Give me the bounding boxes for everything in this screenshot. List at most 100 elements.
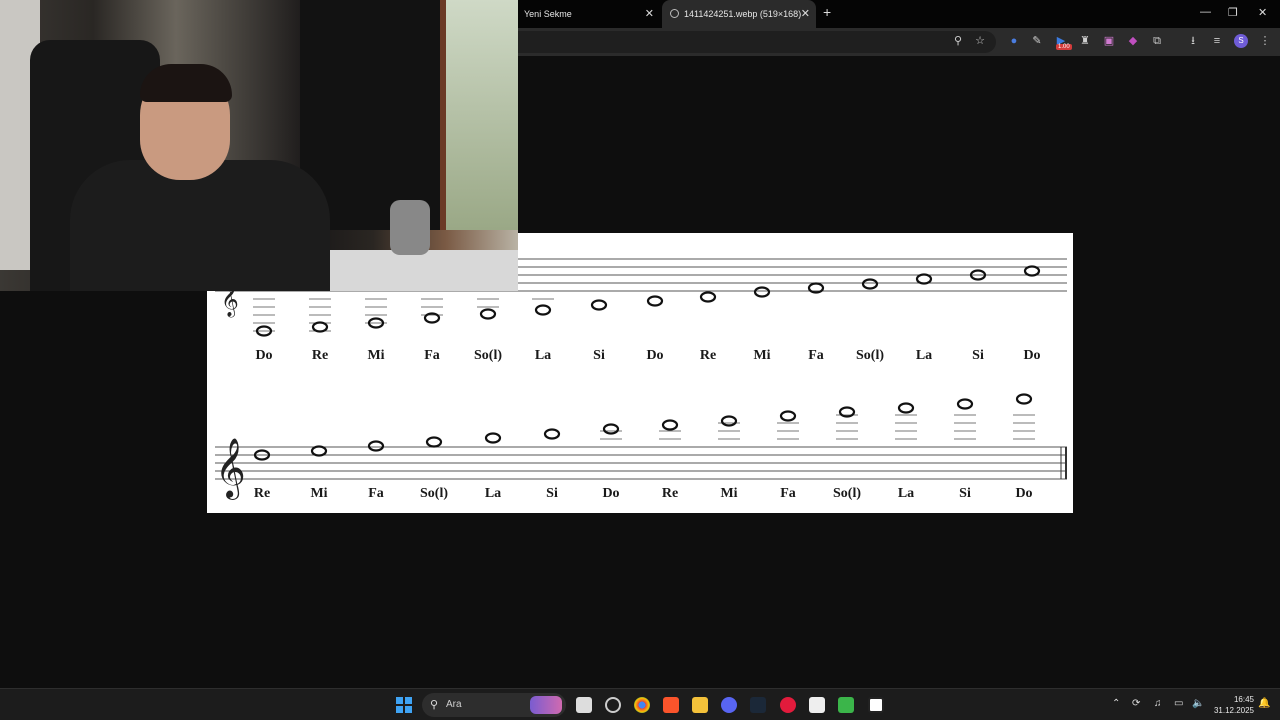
note-label: Si: [972, 348, 984, 363]
minimize-icon[interactable]: —: [1200, 6, 1211, 18]
tray-expand-icon[interactable]: ⌃: [1112, 698, 1120, 709]
whole-note: [425, 436, 443, 448]
cam-microphone: [390, 200, 430, 255]
extension-icon[interactable]: ◆: [1126, 34, 1140, 48]
notification-icon[interactable]: 🔔: [1258, 698, 1270, 709]
note-label: Do: [1023, 348, 1041, 363]
taskbar-search[interactable]: ⚲ Ara: [422, 693, 566, 717]
chrome-icon[interactable]: [634, 697, 650, 713]
search-highlight-icon: [530, 696, 562, 714]
note-label: Fa: [424, 348, 440, 363]
whole-note: [602, 423, 620, 435]
search-text: Ara: [446, 699, 462, 710]
note-label: So(l): [474, 348, 502, 363]
whole-note: [479, 308, 497, 320]
discord-icon[interactable]: [721, 697, 737, 713]
note-label: Do: [1015, 486, 1033, 501]
brave-icon[interactable]: [663, 697, 679, 713]
file-explorer-icon[interactable]: [692, 697, 708, 713]
puzzle-extensions-icon[interactable]: ⧉: [1150, 34, 1164, 48]
network-icon[interactable]: ▭: [1174, 698, 1183, 709]
whole-note: [956, 398, 974, 410]
app-icon[interactable]: [838, 697, 854, 713]
note-label: Do: [255, 348, 273, 363]
profile-avatar[interactable]: S: [1234, 34, 1248, 48]
notion-icon[interactable]: [868, 697, 884, 713]
app-icon[interactable]: [809, 697, 825, 713]
note-label: Do: [646, 348, 664, 363]
eyedropper-icon[interactable]: ✎: [1030, 34, 1044, 48]
note-label: Do: [602, 486, 620, 501]
media-control-icon[interactable]: ≡: [1210, 34, 1224, 48]
note-label: Fa: [780, 486, 796, 501]
zoom-icon[interactable]: ⚲: [951, 34, 965, 48]
cam-person-body: [70, 160, 330, 291]
note-label: Re: [253, 486, 271, 501]
whole-note: [543, 428, 561, 440]
cam-person-hair: [140, 64, 232, 102]
note-label: Mi: [310, 486, 328, 501]
whole-note: [915, 273, 933, 285]
note-label: Mi: [367, 348, 385, 363]
tab-title: 1411424251.webp (519×168): [684, 9, 802, 19]
clock-time: 16:45: [1233, 695, 1254, 704]
close-tab-icon[interactable]: ✕: [801, 7, 810, 20]
note-label: Fa: [368, 486, 384, 501]
whole-note: [720, 415, 738, 427]
whole-note: [897, 402, 915, 414]
whole-note: [311, 321, 329, 333]
extension-icon[interactable]: ▣: [1102, 34, 1116, 48]
close-window-icon[interactable]: ✕: [1258, 6, 1267, 19]
menu-kebab-icon[interactable]: ⋮: [1258, 34, 1272, 48]
whole-note: [534, 304, 552, 316]
tab-new-tab[interactable]: Yeni Sekme ✕: [518, 0, 660, 28]
microphone-icon[interactable]: ♫: [1154, 698, 1162, 709]
whole-note: [310, 445, 328, 457]
new-tab-button[interactable]: +: [823, 4, 831, 20]
whole-note: [661, 419, 679, 431]
restore-icon[interactable]: ❐: [1228, 6, 1238, 19]
cam-desk: [330, 250, 518, 291]
whole-note: [367, 440, 385, 452]
whole-note: [646, 295, 664, 307]
note-label: Mi: [720, 486, 738, 501]
browser-toolbar: ⚲ ☆ ● ✎ ▶ 1.00 ♜ ▣ ◆ ⧉ ⭳ ≡ S ⋮: [518, 28, 1280, 56]
extension-icon[interactable]: ●: [1007, 34, 1021, 48]
extension-badge: 1.00: [1056, 44, 1072, 50]
whole-note: [861, 278, 879, 290]
search-icon: ⚲: [430, 699, 439, 711]
note-label: Mi: [753, 348, 771, 363]
note-label: Si: [959, 486, 971, 501]
note-label: La: [915, 348, 933, 363]
bookmark-star-icon[interactable]: ☆: [973, 34, 987, 48]
note-label: Re: [661, 486, 679, 501]
extension-icon[interactable]: ♜: [1078, 34, 1092, 48]
windows-start-icon[interactable]: [396, 697, 412, 713]
browser-tabstrip: Yeni Sekme ✕ 1411424251.webp (519×168) ✕…: [518, 0, 1280, 28]
app-icon[interactable]: [605, 697, 621, 713]
sync-icon[interactable]: ⟳: [1132, 698, 1140, 709]
clock[interactable]: 16:45 31.12.2025: [1210, 694, 1254, 716]
tab-image[interactable]: 1411424251.webp (519×168) ✕: [662, 0, 816, 28]
note-label: Re: [311, 348, 329, 363]
note-label: La: [534, 348, 552, 363]
note-label: Si: [546, 486, 558, 501]
close-tab-icon[interactable]: ✕: [645, 7, 654, 20]
clock-date: 31.12.2025: [1213, 706, 1254, 715]
note-label: Re: [699, 348, 717, 363]
whole-note: [753, 286, 771, 298]
download-icon[interactable]: ⭳: [1186, 34, 1200, 48]
cam-window: [440, 0, 518, 230]
address-bar[interactable]: [518, 31, 996, 53]
task-view-icon[interactable]: [576, 697, 592, 713]
note-label: So(l): [833, 486, 861, 501]
taskbar: ⚲ Ara ⌃ ⟳ ♫ ▭ 🔈 16:45 31.12.2025 🔔: [0, 688, 1280, 720]
note-label: So(l): [856, 348, 884, 363]
note-label: La: [484, 486, 502, 501]
whole-note: [699, 291, 717, 303]
volume-icon[interactable]: 🔈: [1192, 698, 1204, 709]
whole-note: [1015, 393, 1033, 405]
whole-note: [590, 299, 608, 311]
media-player-icon[interactable]: [780, 697, 796, 713]
steam-icon[interactable]: [750, 697, 766, 713]
